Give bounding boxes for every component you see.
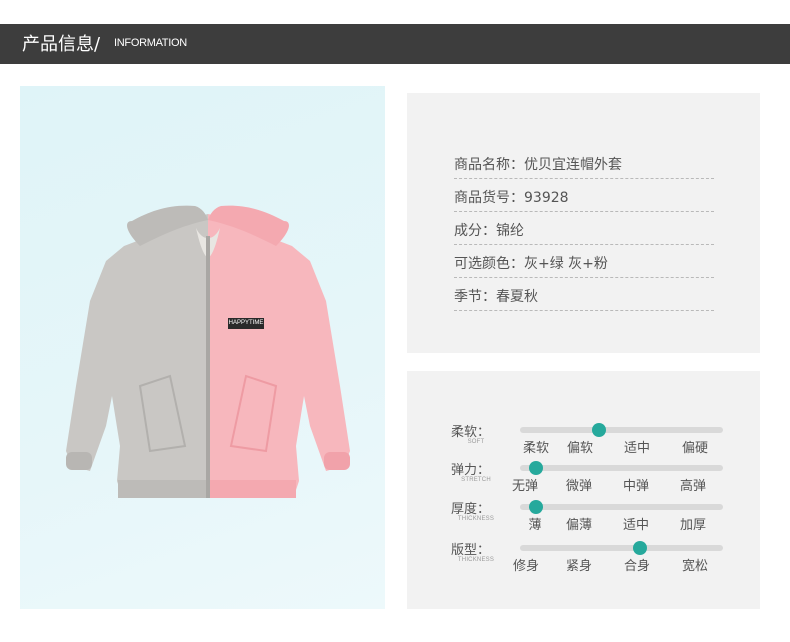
section-title: 产品信息/	[22, 34, 101, 55]
info-row-name: 商品名称：优贝宜连帽外套	[454, 151, 714, 179]
jacket-illustration	[66, 205, 350, 498]
info-value: 春夏秋	[496, 289, 538, 305]
section-header: 产品信息/ INFORMATION	[0, 24, 790, 64]
attr-option: 偏薄	[565, 518, 592, 533]
info-value: 优贝宜连帽外套	[524, 157, 622, 173]
attr-option: 微弹	[565, 479, 592, 494]
attr-option: 加厚	[679, 518, 706, 533]
info-label: 商品名称：	[454, 157, 524, 173]
info-value: 93928	[524, 190, 569, 206]
product-photo: HAPPYTIME	[20, 86, 385, 609]
attr-option: 无弹	[511, 479, 538, 494]
attr-knob	[529, 500, 544, 514]
info-row-colors: 可选颜色：灰+绿 灰+粉	[454, 250, 714, 278]
jacket-badge-text: HAPPYTIME	[228, 320, 264, 326]
attr-label-en: THICKNESS	[457, 516, 495, 522]
attr-option: 偏硬	[681, 441, 708, 456]
attr-option: 合身	[623, 559, 650, 574]
attr-softness: 柔软： SOFT 柔软 偏软 适中 偏硬	[407, 421, 760, 461]
attr-knob	[529, 461, 544, 475]
attr-label-en: THICKNESS	[457, 557, 495, 563]
attr-thickness: 厚度： THICKNESS 薄 偏薄 适中 加厚	[407, 498, 760, 538]
attr-option: 中弹	[622, 479, 649, 494]
attr-label: 柔软：	[451, 425, 491, 440]
jacket-badge: HAPPYTIME	[228, 318, 264, 329]
attr-option: 适中	[623, 441, 650, 456]
attr-track	[520, 541, 723, 555]
info-row-sku: 商品货号：93928	[454, 184, 714, 212]
attr-label-en: STRETCH	[461, 477, 491, 483]
attr-label: 版型：	[451, 543, 491, 558]
attr-option: 柔软	[522, 441, 549, 456]
attr-track	[520, 461, 723, 475]
info-label: 成分：	[454, 223, 496, 239]
product-info-card: 商品名称：优贝宜连帽外套 商品货号：93928 成分：锦纶 可选颜色：灰+绿 灰…	[407, 93, 760, 353]
info-row-season: 季节：春夏秋	[454, 283, 714, 311]
attr-option: 高弹	[679, 479, 706, 494]
attr-knob	[592, 423, 607, 437]
info-label: 季节：	[454, 289, 496, 305]
attr-track	[520, 500, 723, 514]
info-value: 锦纶	[496, 223, 524, 239]
attr-label-en: SOFT	[467, 439, 485, 445]
info-value: 灰+绿 灰+粉	[524, 256, 608, 272]
attr-label: 弹力：	[451, 463, 491, 478]
attr-option: 宽松	[681, 559, 708, 574]
attr-knob	[632, 541, 647, 555]
attr-track	[520, 423, 723, 437]
attr-option: 偏软	[566, 441, 593, 456]
info-label: 可选颜色：	[454, 256, 524, 272]
product-attributes-card: 柔软： SOFT 柔软 偏软 适中 偏硬 弹力： STRETCH 无弹 微弹 中…	[407, 371, 760, 609]
section-subtitle: INFORMATION	[114, 37, 187, 49]
attr-fit: 版型： THICKNESS 修身 紧身 合身 宽松	[407, 539, 760, 579]
attr-stretch: 弹力： STRETCH 无弹 微弹 中弹 高弹	[407, 459, 760, 499]
attr-option: 紧身	[565, 559, 592, 574]
attr-option: 适中	[622, 518, 649, 533]
info-row-material: 成分：锦纶	[454, 217, 714, 245]
attr-label: 厚度：	[451, 502, 491, 517]
attr-option: 修身	[512, 559, 539, 574]
info-label: 商品货号：	[454, 190, 524, 206]
attr-option: 薄	[528, 518, 542, 533]
